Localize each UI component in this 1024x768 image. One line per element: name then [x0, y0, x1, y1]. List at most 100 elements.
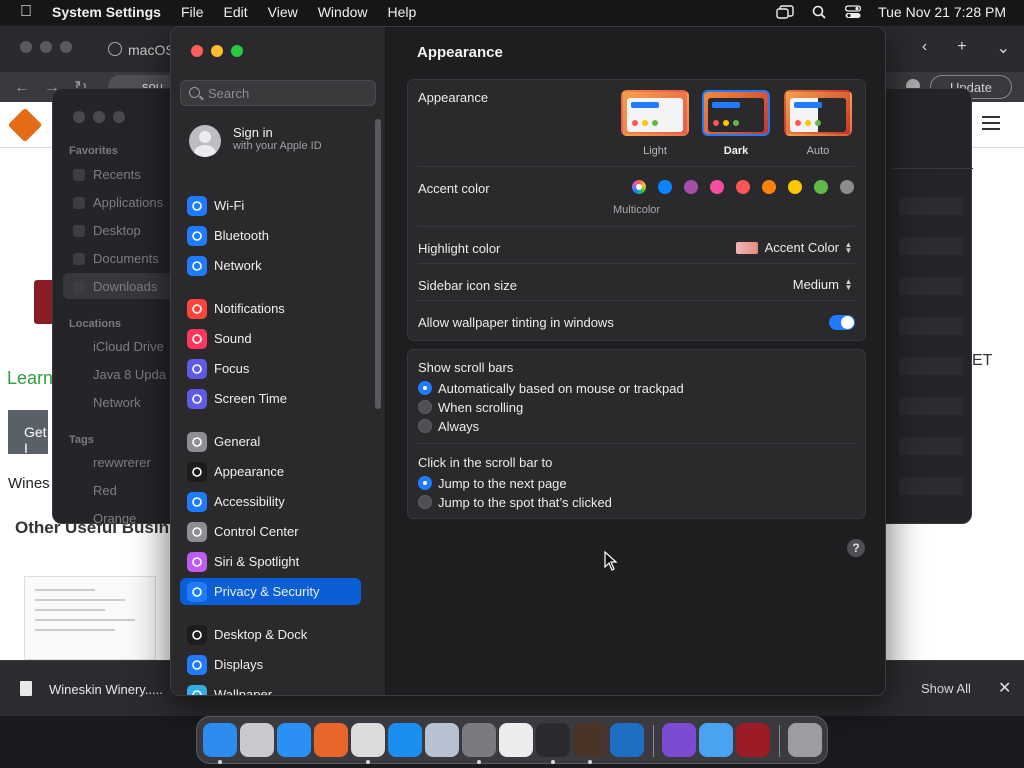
menu-edit[interactable]: Edit [224, 4, 248, 20]
virtualbox-icon[interactable] [425, 723, 459, 757]
menu-window[interactable]: Window [318, 4, 368, 20]
finder-list-row[interactable] [899, 237, 963, 255]
visual-studio-icon[interactable] [662, 723, 696, 757]
window-close-button[interactable] [191, 45, 203, 57]
script-editor-icon[interactable] [499, 723, 533, 757]
system-settings-icon[interactable] [462, 723, 496, 757]
accent-swatch[interactable] [736, 180, 750, 194]
accent-swatch[interactable] [710, 180, 724, 194]
firefox-icon[interactable] [314, 723, 348, 757]
finder-list-row[interactable] [899, 197, 963, 215]
finder-zoom-dot[interactable] [113, 111, 125, 123]
close-icon[interactable]: ✕ [998, 678, 1011, 698]
menu-view[interactable]: View [268, 4, 298, 20]
finder-item-downloads[interactable]: Downloads [93, 279, 157, 294]
window-minimize-button[interactable] [211, 45, 223, 57]
search-input[interactable]: Search [180, 80, 376, 106]
finder-list-row[interactable] [899, 437, 963, 455]
sidebar-item-general[interactable]: General [180, 428, 361, 455]
apple-id-signin[interactable]: Sign in with your Apple ID [189, 123, 369, 159]
tab-list-chevron-icon[interactable]: ⌄ [997, 38, 1010, 58]
download-item[interactable]: Wineskin Winery..... [49, 682, 163, 697]
safari-icon[interactable] [277, 723, 311, 757]
menu-help[interactable]: Help [388, 4, 417, 20]
radio-scroll-always[interactable]: Always [418, 417, 479, 435]
sidebar-item-bluetooth[interactable]: Bluetooth [180, 222, 361, 249]
appearance-option-auto[interactable]: Auto [783, 90, 853, 157]
finder-item-icloud[interactable]: iCloud Drive [93, 339, 164, 354]
accent-swatch-multicolor[interactable] [632, 180, 646, 194]
sidebar-item-notifications[interactable]: Notifications [180, 295, 361, 322]
icloud-icon[interactable] [699, 723, 733, 757]
show-all-button[interactable]: Show All [921, 681, 971, 696]
chrome-icon[interactable] [351, 723, 385, 757]
browser-tab-title[interactable]: macOS [128, 42, 175, 58]
radio-jump-to-spot[interactable]: Jump to the spot that’s clicked [418, 493, 612, 511]
control-center-icon[interactable] [844, 5, 862, 19]
finder-list-row[interactable] [899, 477, 963, 495]
launchpad-icon[interactable] [240, 723, 274, 757]
spotlight-search-icon[interactable] [810, 5, 828, 19]
finder-tag-item[interactable]: Red [93, 483, 117, 498]
help-button[interactable]: ? [847, 539, 865, 557]
wallpaper-tinting-toggle[interactable] [829, 315, 855, 330]
sidebar-item-displays[interactable]: Displays [180, 651, 361, 678]
app-store-icon[interactable] [388, 723, 422, 757]
window-zoom-button[interactable] [231, 45, 243, 57]
sidebar-scrollbar[interactable] [375, 119, 381, 409]
finder-list-row[interactable] [899, 277, 963, 295]
sidebar-item-accessibility[interactable]: Accessibility [180, 488, 361, 515]
app-menu[interactable]: System Settings [52, 4, 161, 20]
finder-list-row[interactable] [899, 357, 963, 375]
terminal-icon[interactable] [536, 723, 570, 757]
sidebar-item-control-center[interactable]: Control Center [180, 518, 361, 545]
finder-tag-item[interactable]: rewwrerer [93, 455, 151, 470]
sidebar-item-wi-fi[interactable]: Wi-Fi [180, 192, 361, 219]
accent-swatch[interactable] [658, 180, 672, 194]
accent-swatch[interactable] [684, 180, 698, 194]
appearance-option-light[interactable]: Light [620, 90, 690, 157]
site-logo-icon[interactable] [7, 107, 43, 143]
learn-link[interactable]: Learn [7, 368, 53, 389]
accent-swatch[interactable] [762, 180, 776, 194]
sidebar-item-wallpaper[interactable]: Wallpaper [180, 681, 361, 695]
article-thumbnail[interactable] [24, 576, 156, 660]
vscode-icon[interactable] [610, 723, 644, 757]
finder-icon[interactable] [203, 723, 237, 757]
sidebar-icon-size-popup[interactable]: Medium ▲ ▼ [793, 277, 853, 292]
accent-swatch[interactable] [840, 180, 854, 194]
accent-swatch[interactable] [788, 180, 802, 194]
finder-item-java[interactable]: Java 8 Upda [93, 367, 166, 382]
sidebar-item-appearance[interactable]: Appearance [180, 458, 361, 485]
radio-scroll-when-scrolling[interactable]: When scrolling [418, 398, 523, 416]
radio-scroll-automatic[interactable]: Automatically based on mouse or trackpad [418, 379, 684, 397]
finder-dropdown[interactable] [893, 143, 973, 169]
accent-swatch[interactable] [814, 180, 828, 194]
finder-item-recents[interactable]: Recents [93, 167, 141, 182]
instruments-icon[interactable] [573, 723, 607, 757]
get-button[interactable]: Get I [8, 410, 48, 456]
sidebar-item-focus[interactable]: Focus [180, 355, 361, 382]
menu-file[interactable]: File [181, 4, 204, 20]
sidebar-item-privacy-security[interactable]: Privacy & Security [180, 578, 361, 605]
finder-tag-item[interactable]: Orange [93, 511, 136, 526]
sidebar-item-screen-time[interactable]: Screen Time [180, 385, 361, 412]
hamburger-menu-icon[interactable] [982, 116, 1000, 130]
finder-item-documents[interactable]: Documents [93, 251, 159, 266]
trash-icon[interactable] [788, 723, 822, 757]
finder-item-desktop[interactable]: Desktop [93, 223, 141, 238]
finder-minimize-dot[interactable] [93, 111, 105, 123]
finder-list-row[interactable] [899, 397, 963, 415]
screen-mirror-icon[interactable] [776, 5, 794, 19]
new-tab-icon[interactable]: + [957, 38, 966, 58]
radio-jump-next-page[interactable]: Jump to the next page [418, 474, 567, 492]
menu-bar-clock[interactable]: Tue Nov 21 7:28 PM [878, 4, 1006, 20]
finder-list-row[interactable] [899, 317, 963, 335]
sidebar-item-desktop-dock[interactable]: Desktop & Dock [180, 621, 361, 648]
appearance-option-dark[interactable]: Dark [701, 90, 771, 157]
sidebar-item-sound[interactable]: Sound [180, 325, 361, 352]
finder-item-network[interactable]: Network [93, 395, 141, 410]
finder-close-dot[interactable] [73, 111, 85, 123]
sidebar-item-siri-spotlight[interactable]: Siri & Spotlight [180, 548, 361, 575]
close-tab-icon[interactable]: ‹ [922, 38, 927, 58]
